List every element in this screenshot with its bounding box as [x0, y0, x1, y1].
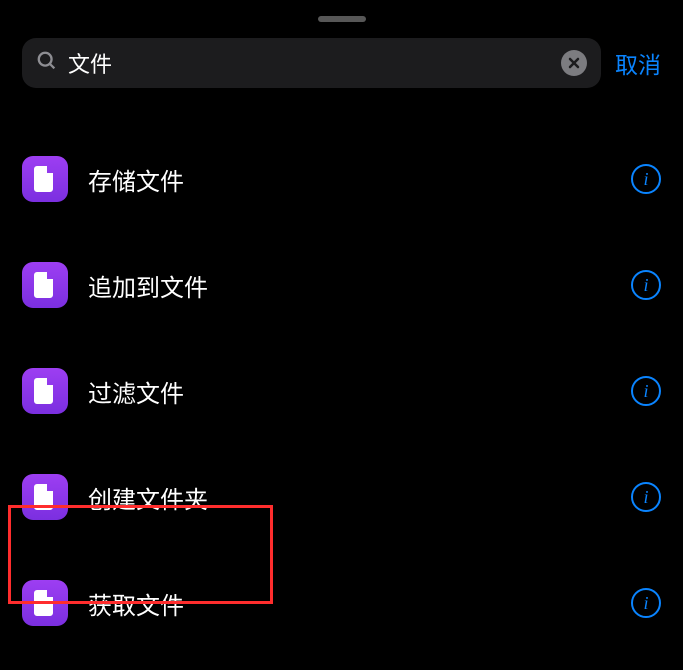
document-icon — [22, 262, 68, 308]
action-row-get-file[interactable]: 获取文件 i — [0, 564, 683, 642]
action-row-save-file[interactable]: 存储文件 i — [0, 140, 683, 218]
info-button[interactable]: i — [631, 270, 661, 300]
action-label: 存储文件 — [88, 162, 611, 197]
cancel-button[interactable]: 取消 — [615, 46, 661, 80]
search-input[interactable] — [68, 50, 551, 76]
action-row-append-to-file[interactable]: 追加到文件 i — [0, 246, 683, 324]
action-label: 过滤文件 — [88, 374, 611, 409]
search-field[interactable] — [22, 38, 601, 88]
action-row-create-folder[interactable]: 创建文件夹 i — [0, 458, 683, 536]
search-icon — [36, 50, 58, 77]
sheet-drag-handle[interactable] — [318, 16, 366, 22]
document-icon — [22, 474, 68, 520]
info-button[interactable]: i — [631, 588, 661, 618]
action-label: 获取文件 — [88, 586, 611, 621]
info-button[interactable]: i — [631, 164, 661, 194]
action-label: 创建文件夹 — [88, 480, 611, 515]
results-list: 存储文件 i 追加到文件 i 过滤文件 i 创建文件夹 i — [0, 140, 683, 670]
action-row-filter-files[interactable]: 过滤文件 i — [0, 352, 683, 430]
document-icon — [22, 156, 68, 202]
info-button[interactable]: i — [631, 376, 661, 406]
document-icon — [22, 368, 68, 414]
info-button[interactable]: i — [631, 482, 661, 512]
action-label: 追加到文件 — [88, 268, 611, 303]
clear-search-button[interactable] — [561, 50, 587, 76]
search-bar: 取消 — [22, 38, 661, 88]
document-icon — [22, 580, 68, 626]
